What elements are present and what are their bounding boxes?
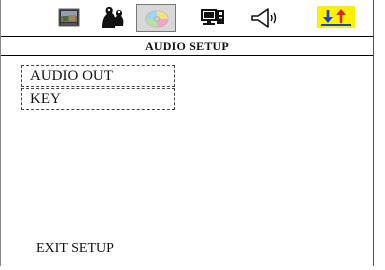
audio-setup-menu: AUDIO OUT KEY xyxy=(21,65,175,111)
tab-speaker[interactable] xyxy=(246,4,282,32)
speaker-icon xyxy=(251,8,277,28)
people-icon xyxy=(102,6,124,29)
page-title: AUDIO SETUP xyxy=(1,36,373,56)
disc-icon xyxy=(145,10,169,28)
tab-general[interactable] xyxy=(51,4,87,32)
menu-item-key[interactable]: KEY xyxy=(21,88,175,110)
display-settings-icon xyxy=(201,9,224,25)
setup-tab-bar xyxy=(1,0,373,36)
menu-item-label: AUDIO OUT xyxy=(30,68,113,84)
tab-video[interactable] xyxy=(196,4,232,32)
menu-item-label: KEY xyxy=(30,91,61,107)
tab-language[interactable] xyxy=(93,4,129,32)
setup-window: AUDIO SETUP AUDIO OUT KEY EXIT SETUP xyxy=(0,0,374,266)
menu-item-audio-out[interactable]: AUDIO OUT xyxy=(21,65,175,87)
tab-audio[interactable] xyxy=(136,4,176,32)
updown-arrows-icon xyxy=(321,9,351,26)
tv-screen-icon xyxy=(58,8,80,27)
tab-preference[interactable] xyxy=(317,6,355,28)
exit-setup-button[interactable]: EXIT SETUP xyxy=(36,240,114,258)
